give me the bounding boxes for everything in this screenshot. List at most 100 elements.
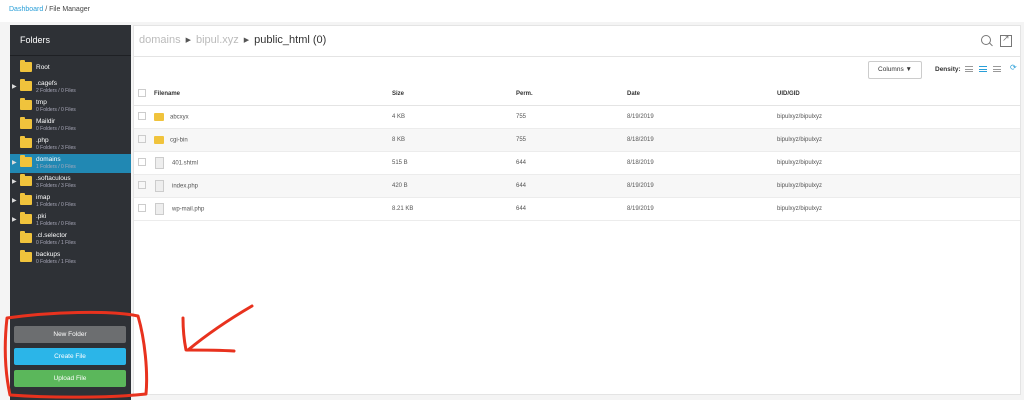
cell-filename[interactable]: index.php	[154, 174, 392, 198]
filename-text: 401.shtml	[172, 160, 199, 167]
cell-perm: 755	[516, 105, 627, 129]
cell-date: 8/19/2019	[627, 197, 777, 221]
sidebar-item-domains[interactable]: ▶ domains 1 Folders / 0 Files	[10, 154, 131, 173]
folder-meta: 0 Folders / 0 Files	[36, 106, 76, 113]
sidebar-item-Root[interactable]: Root	[10, 59, 131, 78]
folder-name: imap	[36, 194, 51, 201]
sidebar-item-cl-selector[interactable]: .cl.selector 0 Folders / 1 Files	[10, 230, 131, 249]
breadcrumb-current: File Manager	[49, 6, 90, 13]
sidebar-item-imap[interactable]: ▶ imap 1 Folders / 0 Files	[10, 192, 131, 211]
sidebar-item-softaculous[interactable]: ▶ .softaculous 3 Folders / 3 Files	[10, 173, 131, 192]
cell-filename[interactable]: cgi-bin	[154, 128, 392, 152]
density-label: Density:	[935, 66, 961, 73]
cell-filename[interactable]: 401.shtml	[154, 151, 392, 175]
filename-text: index.php	[172, 183, 199, 190]
upload-file-button[interactable]: Upload File	[14, 370, 126, 387]
column-date[interactable]: Date	[627, 83, 777, 106]
column-size[interactable]: Size	[392, 83, 516, 106]
sidebar-item-Maildir[interactable]: Maildir 0 Folders / 0 Files	[10, 116, 131, 135]
table-row[interactable]: 401.shtml 515 B 644 8/18/2019 bipulxyz/bipul…	[134, 151, 1020, 175]
column-filename[interactable]: Filename	[154, 83, 392, 106]
cell-uid: bipulxyz/bipulxyz	[777, 174, 1020, 198]
folder-icon	[154, 113, 164, 121]
density-compact-icon[interactable]	[965, 66, 973, 73]
file-icon	[155, 203, 164, 215]
expand-arrow-icon[interactable]: ▶	[12, 197, 17, 204]
path-current-folder: public_html	[254, 34, 310, 46]
row-checkbox[interactable]	[138, 112, 146, 120]
folder-meta: 1 Folders / 0 Files	[36, 163, 76, 170]
breadcrumb-dashboard-link[interactable]: Dashboard	[9, 6, 43, 13]
column-perm[interactable]: Perm.	[516, 83, 627, 106]
folder-icon	[20, 98, 32, 110]
folder-name: Root	[36, 64, 50, 71]
cell-perm: 644	[516, 197, 627, 221]
file-icon	[155, 180, 164, 192]
expand-arrow-icon[interactable]: ▶	[12, 83, 17, 90]
cell-uid: bipulxyz/bipulxyz	[777, 105, 1020, 129]
path-chevron-icon: ▶	[185, 37, 191, 44]
folder-icon	[20, 79, 32, 91]
file-list-panel: domains ▶ bipul.xyz ▶ public_html (0) Column…	[133, 25, 1021, 395]
table-row[interactable]: index.php 420 B 644 8/19/2019 bipulxyz/bipul…	[134, 174, 1020, 198]
folder-icon	[20, 212, 32, 224]
row-checkbox[interactable]	[138, 181, 146, 189]
cell-size: 515 B	[392, 151, 516, 175]
table-row[interactable]: abcxyx 4 KB 755 8/19/2019 bipulxyz/bipulxyz	[134, 105, 1020, 129]
folders-sidebar: Folders Root ▶ .cagefs 2 Folders / 0 Files t…	[10, 25, 131, 400]
path-breadcrumb: domains ▶ bipul.xyz ▶ public_html (0)	[139, 34, 326, 46]
folder-name: domains	[36, 156, 61, 163]
folder-icon	[20, 155, 32, 167]
new-folder-button[interactable]: New Folder	[14, 326, 126, 343]
folder-name: .softaculous	[36, 175, 71, 182]
path-segment-domain[interactable]: bipul.xyz	[196, 34, 239, 46]
density-comfortable-icon[interactable]	[993, 66, 1001, 73]
breadcrumb: Dashboard / File Manager	[9, 6, 90, 13]
folder-name: .php	[36, 137, 49, 144]
table-row[interactable]: cgi-bin 8 KB 755 8/18/2019 bipulxyz/bipulxyz	[134, 128, 1020, 152]
sidebar-item-cagefs[interactable]: ▶ .cagefs 2 Folders / 0 Files	[10, 78, 131, 97]
expand-arrow-icon[interactable]: ▶	[12, 216, 17, 223]
row-checkbox[interactable]	[138, 135, 146, 143]
sidebar-title: Folders	[10, 25, 131, 56]
row-checkbox[interactable]	[138, 158, 146, 166]
sidebar-item-pki[interactable]: ▶ .pki 1 Folders / 0 Files	[10, 211, 131, 230]
header-divider	[134, 56, 1020, 57]
cell-uid: bipulxyz/bipulxyz	[777, 151, 1020, 175]
refresh-icon[interactable]: ⟳	[1010, 63, 1017, 72]
filename-text: cgi-bin	[170, 137, 188, 144]
sidebar-item-php[interactable]: .php 0 Folders / 3 Files	[10, 135, 131, 154]
expand-icon[interactable]	[1000, 33, 1012, 47]
row-checkbox[interactable]	[138, 204, 146, 212]
expand-arrow-icon[interactable]: ▶	[12, 178, 17, 185]
search-icon[interactable]	[981, 35, 993, 47]
filename-text: wp-mail.php	[172, 206, 205, 213]
folder-name: backups	[36, 251, 61, 258]
cell-date: 8/19/2019	[627, 105, 777, 129]
cell-perm: 755	[516, 128, 627, 152]
folder-icon	[20, 117, 32, 129]
table-row[interactable]: wp-mail.php 8.21 KB 644 8/19/2019 bipulxyz/b…	[134, 197, 1020, 221]
expand-arrow-icon[interactable]: ▶	[12, 159, 17, 166]
folder-tree: Root ▶ .cagefs 2 Folders / 0 Files tmp 0 Fold…	[10, 59, 131, 268]
cell-size: 8 KB	[392, 128, 516, 152]
cell-uid: bipulxyz/bipulxyz	[777, 197, 1020, 221]
select-all-checkbox[interactable]	[138, 89, 146, 97]
columns-dropdown[interactable]: Columns ▼	[868, 61, 922, 79]
folder-name: tmp	[36, 99, 47, 106]
sidebar-item-backups[interactable]: backups 0 Folders / 1 Files	[10, 249, 131, 268]
create-file-button[interactable]: Create File	[14, 348, 126, 365]
column-uid[interactable]: UID/GID	[777, 83, 1020, 106]
cell-filename[interactable]: wp-mail.php	[154, 197, 392, 221]
file-table: Filename Size Perm. Date UID/GID abcxyx 4…	[134, 83, 1020, 221]
folder-name: .pki	[36, 213, 47, 220]
sidebar-item-tmp[interactable]: tmp 0 Folders / 0 Files	[10, 97, 131, 116]
folder-meta: 0 Folders / 1 Files	[36, 239, 76, 246]
cell-size: 8.21 KB	[392, 197, 516, 221]
folder-meta: 0 Folders / 0 Files	[36, 125, 76, 132]
cell-filename[interactable]: abcxyx	[154, 105, 392, 129]
path-segment-domains[interactable]: domains	[139, 34, 181, 46]
density-normal-icon[interactable]	[979, 66, 987, 73]
folder-meta: 3 Folders / 3 Files	[36, 182, 76, 189]
cell-size: 420 B	[392, 174, 516, 198]
